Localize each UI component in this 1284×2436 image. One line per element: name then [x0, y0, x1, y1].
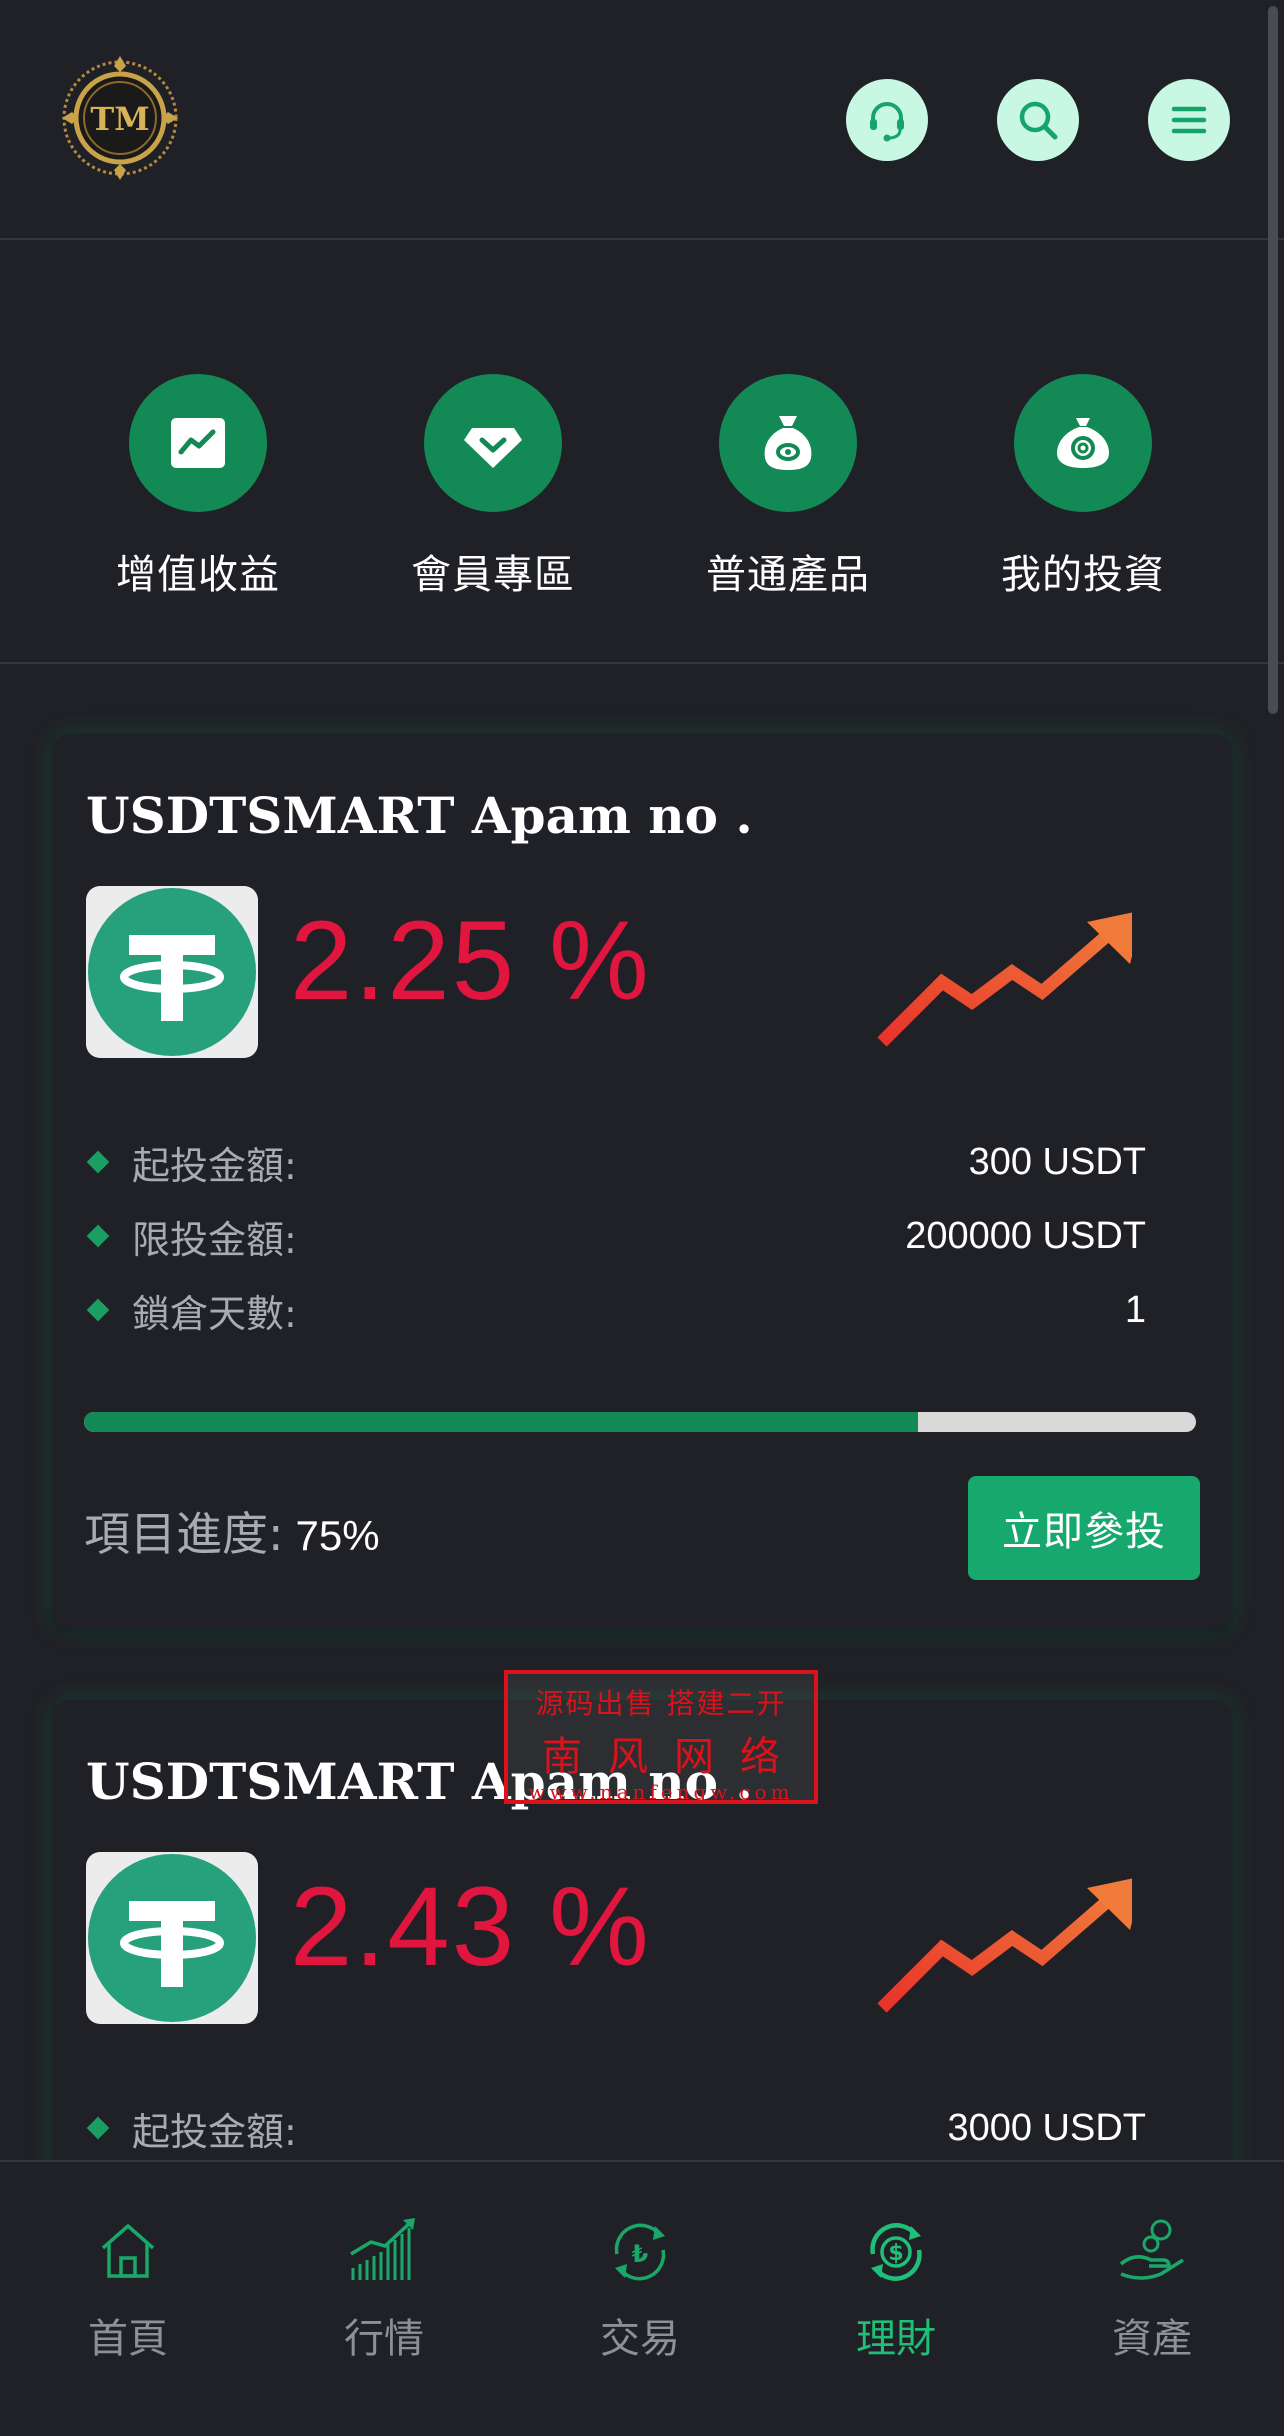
min-investment-value: 3000 USDT: [947, 2106, 1146, 2149]
project-progress-fill: [84, 1412, 918, 1432]
quick-nav-my-investment[interactable]: 我的投資: [963, 374, 1203, 600]
project-progress-percent: 75%: [295, 1512, 380, 1559]
trend-up-icon: [877, 912, 1132, 1047]
tab-label: 資產: [1112, 2316, 1192, 2362]
menu-icon: [1171, 106, 1207, 134]
invest-now-button[interactable]: 立即參投: [968, 1476, 1200, 1580]
exchange-icon: ₺: [614, 2223, 666, 2281]
min-investment-row: 起投金額: 3000 USDT: [82, 2098, 1212, 2158]
tab-label: 行情: [344, 2316, 424, 2362]
max-investment-label: 限投金額:: [132, 1217, 297, 1262]
annual-rate: 2.25 %: [290, 898, 651, 1023]
lock-days-label: 鎖倉天數:: [132, 1291, 297, 1336]
quick-nav-regular-products[interactable]: 普通產品: [668, 374, 908, 600]
bullet-diamond-icon: [86, 1298, 110, 1322]
watermark-line2: 南风网络: [542, 1734, 806, 1780]
tab-label: 首頁: [88, 2316, 168, 2362]
quick-nav-label: 普通產品: [706, 552, 870, 598]
svg-text:$: $: [888, 2241, 903, 2266]
product-card[interactable]: USDTSMART Apam no . 2.25 % 起投金額: 300 USD…: [52, 734, 1232, 1630]
quick-nav-icon-wrap: [129, 374, 267, 512]
lock-days-value: 1: [1124, 1288, 1146, 1331]
quick-nav: 增值收益 會員專區 普通產品 我的投資: [0, 242, 1284, 664]
search-icon: [1019, 101, 1058, 140]
bullet-diamond-icon: [86, 2116, 110, 2140]
bullet-diamond-icon: [86, 1224, 110, 1248]
min-investment-row: 起投金額: 300 USDT: [82, 1132, 1212, 1192]
quick-nav-icon-wrap: [1014, 374, 1152, 512]
bar-chart-icon: [350, 2218, 415, 2280]
max-investment-value: 200000 USDT: [905, 1214, 1146, 1257]
min-investment-value: 300 USDT: [968, 1140, 1146, 1183]
max-investment-row: 限投金額: 200000 USDT: [82, 1206, 1212, 1266]
tab-trade[interactable]: ₺ 交易: [560, 2214, 720, 2364]
project-progress-text: 項目進度: 75%: [84, 1498, 380, 1564]
logo-text: TM: [90, 100, 149, 138]
bottom-tab-bar: 首頁 行情 ₺ 交易 $ 理財 資產: [0, 2160, 1284, 2436]
home-icon: [101, 2224, 155, 2278]
headset-icon: [870, 102, 904, 142]
svg-text:₺: ₺: [632, 2240, 649, 2268]
usdt-coin-icon: [86, 1852, 258, 2024]
quick-nav-icon-wrap: [719, 374, 857, 512]
top-header: TM: [0, 0, 1284, 240]
page-scrollbar[interactable]: [1268, 6, 1278, 714]
project-progress-label: 項目進度:: [84, 1507, 284, 1561]
finance-icon: $: [870, 2223, 922, 2281]
trend-up-icon: [877, 1878, 1132, 2013]
watermark-line3: www.nanfengw.com: [528, 1780, 794, 1804]
coin-bag-icon: [1057, 418, 1109, 468]
annual-rate: 2.43 %: [290, 1864, 651, 1989]
quick-nav-label: 會員專區: [411, 552, 575, 598]
tab-assets[interactable]: 資產: [1072, 2214, 1232, 2364]
min-investment-label: 起投金額:: [132, 2109, 297, 2154]
chart-line-icon: [171, 418, 225, 468]
tab-home[interactable]: 首頁: [48, 2214, 208, 2364]
usdt-coin-icon: [86, 886, 258, 1058]
quick-nav-value-added[interactable]: 增值收益: [78, 374, 318, 600]
lock-days-row: 鎖倉天數: 1: [82, 1280, 1212, 1340]
quick-nav-label: 我的投資: [1001, 552, 1165, 598]
brand-logo[interactable]: TM: [58, 52, 182, 184]
quick-nav-member-zone[interactable]: 會員專區: [373, 374, 613, 600]
assets-icon: [1119, 2219, 1184, 2280]
watermark-line1: 源码出售 搭建二开: [535, 1687, 787, 1720]
watermark-stamp: 源码出售 搭建二开 南风网络 www.nanfengw.com: [504, 1670, 818, 1804]
project-progress-bar: [84, 1412, 1196, 1432]
min-investment-label: 起投金額:: [132, 1143, 297, 1188]
tab-market[interactable]: 行情: [304, 2214, 464, 2364]
money-bag-icon: [764, 416, 812, 470]
customer-service-button[interactable]: [846, 79, 928, 161]
bullet-diamond-icon: [86, 1150, 110, 1174]
quick-nav-label: 增值收益: [116, 552, 280, 598]
quick-nav-icon-wrap: [424, 374, 562, 512]
menu-button[interactable]: [1148, 79, 1230, 161]
tab-finance[interactable]: $ 理財: [816, 2214, 976, 2364]
tab-label: 交易: [600, 2316, 680, 2362]
diamond-icon: [464, 428, 522, 468]
tab-label: 理財: [856, 2316, 936, 2362]
search-button[interactable]: [997, 79, 1079, 161]
product-title: USDTSMART Apam no .: [86, 786, 753, 845]
